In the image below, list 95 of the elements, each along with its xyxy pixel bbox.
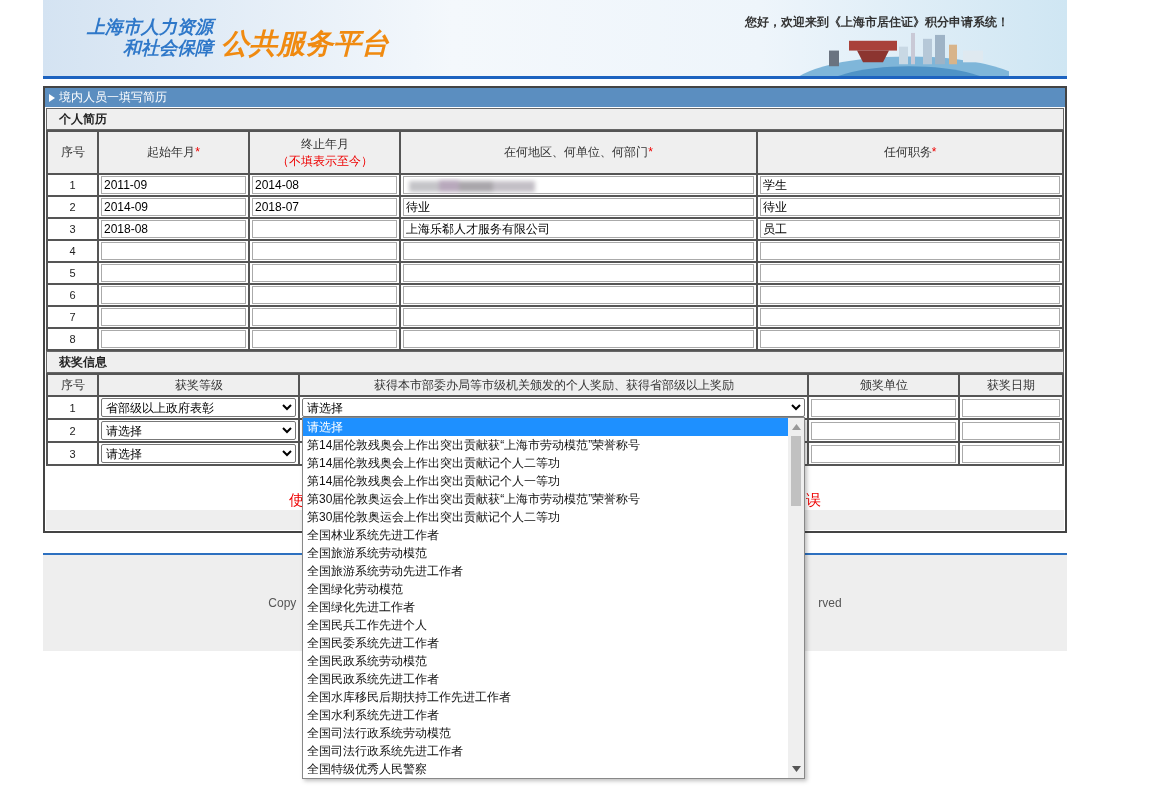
scroll-down-icon[interactable]	[791, 766, 801, 772]
row-number: 1	[48, 397, 97, 418]
column-header: 终止年月 （不填表示至今）	[250, 132, 399, 173]
dropdown-option[interactable]: 第14届伦敦残奥会上作出突出贡献获“上海市劳动模范”荣誉称号	[303, 436, 788, 454]
dropdown-option[interactable]: 全国民政系统劳动模范	[303, 652, 788, 670]
scrollbar-thumb[interactable]	[791, 436, 801, 506]
position-field[interactable]: 待业	[760, 198, 1060, 216]
workplace-field[interactable]: 上海乐郗人才服务有限公司	[403, 220, 754, 238]
column-header: 获奖日期	[960, 375, 1062, 395]
end-date-field[interactable]	[252, 242, 397, 260]
logo-title: 公共服务平台	[221, 27, 389, 61]
end-date-field[interactable]	[252, 286, 397, 304]
workplace-field[interactable]	[403, 264, 754, 282]
column-header: 获奖等级	[99, 375, 298, 395]
dropdown-option[interactable]: 全国民政系统先进工作者	[303, 670, 788, 688]
issuer-field[interactable]	[811, 444, 956, 463]
award-date-field[interactable]	[962, 398, 1060, 417]
dropdown-option[interactable]: 全国绿化先进工作者	[303, 598, 788, 616]
end-date-field[interactable]	[252, 308, 397, 326]
award-date-field[interactable]	[962, 444, 1060, 463]
copyright-text: Copy	[268, 596, 297, 610]
workplace-field[interactable]	[403, 330, 754, 348]
dropdown[interactable]: 请选择	[101, 444, 296, 463]
issuer-field[interactable]	[811, 398, 956, 417]
end-date-field[interactable]: 2018-07	[252, 198, 397, 216]
end-date-field[interactable]	[252, 220, 397, 238]
logo-text: 和社会保障	[123, 38, 213, 59]
dropdown-option[interactable]: 全国水利系统先进工作者	[303, 706, 788, 724]
column-header: 起始年月*	[99, 132, 248, 173]
workplace-field[interactable]	[403, 308, 754, 326]
start-date-field[interactable]	[101, 286, 246, 304]
position-field[interactable]	[760, 330, 1060, 348]
dropdown-option[interactable]: 全国旅游系统劳动模范	[303, 544, 788, 562]
column-header: 获得本市部委办局等市级机关颁发的个人奖励、获得省部级以上奖励	[300, 375, 807, 395]
position-field[interactable]: 学生	[760, 176, 1060, 194]
row-number: 8	[48, 329, 97, 349]
row-number: 7	[48, 307, 97, 327]
position-field[interactable]: 员工	[760, 220, 1060, 238]
start-date-field[interactable]	[101, 264, 246, 282]
row-number: 3	[48, 443, 97, 464]
column-header: 序号	[48, 375, 97, 395]
row-number: 5	[48, 263, 97, 283]
dropdown-option[interactable]: 第30届伦敦奥运会上作出突出贡献获“上海市劳动模范”荣誉称号	[303, 490, 788, 508]
workplace-field[interactable]	[403, 242, 754, 260]
row-number: 6	[48, 285, 97, 305]
end-date-field[interactable]	[252, 330, 397, 348]
issuer-field[interactable]	[811, 421, 956, 440]
position-field[interactable]	[760, 286, 1060, 304]
row-number: 2	[48, 197, 97, 217]
start-date-field[interactable]	[101, 330, 246, 348]
start-date-field[interactable]: 2014-09	[101, 198, 246, 216]
start-date-field[interactable]	[101, 308, 246, 326]
column-header: 任何职务*	[758, 132, 1062, 173]
warning-text: 使	[289, 491, 304, 510]
row-number: 4	[48, 241, 97, 261]
triangle-icon	[49, 93, 55, 102]
copyright-text: rved	[818, 596, 842, 610]
award-date-field[interactable]	[962, 421, 1060, 440]
dropdown[interactable]: 请选择	[302, 398, 805, 417]
row-number: 3	[48, 219, 97, 239]
row-number: 1	[48, 175, 97, 195]
section-title: 个人简历	[46, 108, 1064, 130]
column-header: 序号	[48, 132, 97, 173]
dropdown-option[interactable]: 全国司法行政系统先进工作者	[303, 742, 788, 760]
section-title: 获奖信息	[46, 351, 1064, 373]
dropdown-option[interactable]: 全国水库移民后期扶持工作先进工作者	[303, 688, 788, 706]
dropdown-option[interactable]: 第14届伦敦残奥会上作出突出贡献记个人二等功	[303, 454, 788, 472]
dropdown-option[interactable]: 全国司法行政系统劳动模范	[303, 724, 788, 742]
start-date-field[interactable]	[101, 242, 246, 260]
dropdown[interactable]: 省部级以上政府表彰	[101, 398, 296, 417]
dropdown-option[interactable]: 全国林业系统先进工作者	[303, 526, 788, 544]
dropdown-option[interactable]: 全国特级优秀人民警察	[303, 760, 788, 778]
workplace-field[interactable]: 待业	[403, 198, 754, 216]
warning-text: 误	[806, 491, 821, 510]
end-date-field[interactable]: 2014-08	[252, 176, 397, 194]
start-date-field[interactable]: 2011-09	[101, 176, 246, 194]
row-number: 2	[48, 420, 97, 441]
dropdown-option[interactable]: 第14届伦敦残奥会上作出突出贡献记个人一等功	[303, 472, 788, 490]
dropdown-option[interactable]: 全国民委系统先进工作者	[303, 634, 788, 652]
scrollbar[interactable]	[788, 418, 804, 778]
column-header: 颁奖单位	[809, 375, 958, 395]
scroll-up-icon[interactable]	[791, 424, 801, 430]
welcome-text: 您好，欢迎来到《上海市居住证》积分申请系统！	[745, 14, 1009, 31]
dropdown-option[interactable]: 全国绿化劳动模范	[303, 580, 788, 598]
workplace-field[interactable]	[403, 286, 754, 304]
start-date-field[interactable]: 2018-08	[101, 220, 246, 238]
dropdown-option[interactable]: 全国民兵工作先进个人	[303, 616, 788, 634]
dropdown[interactable]: 请选择	[101, 421, 296, 440]
end-date-field[interactable]	[252, 264, 397, 282]
dropdown-option[interactable]: 全国旅游系统劳动先进工作者	[303, 562, 788, 580]
position-field[interactable]	[760, 242, 1060, 260]
position-field[interactable]	[760, 264, 1060, 282]
position-field[interactable]	[760, 308, 1060, 326]
panel-title: 境内人员一填写简历	[59, 89, 167, 106]
column-header: 在何地区、何单位、何部门*	[401, 132, 756, 173]
